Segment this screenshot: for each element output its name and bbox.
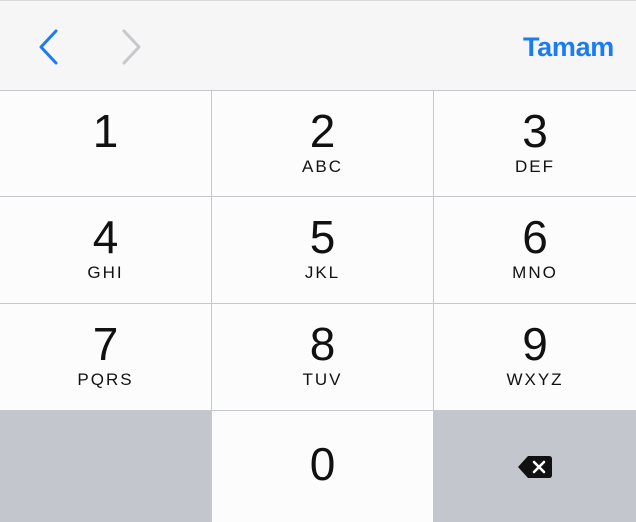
key-letters: PQRS bbox=[77, 370, 134, 389]
delete-key[interactable] bbox=[434, 411, 636, 522]
key-6[interactable]: 6 MNO bbox=[434, 197, 636, 303]
key-letters: ABC bbox=[302, 157, 343, 176]
key-5[interactable]: 5 JKL bbox=[212, 197, 433, 303]
key-4[interactable]: 4 GHI bbox=[0, 197, 211, 303]
key-letters: GHI bbox=[87, 263, 124, 282]
key-digit: 8 bbox=[309, 318, 336, 370]
key-digit: 1 bbox=[92, 105, 119, 157]
key-letters: MNO bbox=[512, 263, 558, 282]
key-digit: 7 bbox=[92, 318, 119, 370]
keyboard-toolbar: Tamam bbox=[0, 0, 636, 90]
key-digit: 9 bbox=[522, 318, 548, 370]
key-letters: WXYZ bbox=[506, 370, 564, 389]
chevron-right-icon bbox=[122, 29, 141, 65]
chevron-left-icon bbox=[39, 29, 58, 65]
next-field-button[interactable] bbox=[112, 25, 152, 69]
key-0[interactable]: 0 bbox=[212, 411, 433, 522]
key-2[interactable]: 2 ABC bbox=[212, 91, 433, 196]
key-digit: 6 bbox=[522, 211, 548, 263]
key-digit: 5 bbox=[309, 211, 336, 263]
key-8[interactable]: 8 TUV bbox=[212, 304, 433, 410]
key-digit: 3 bbox=[522, 105, 548, 157]
numeric-keypad: 1 2 ABC 3 DEF 4 GHI 5 JKL 6 MNO 7 PQRS 8… bbox=[0, 90, 636, 522]
previous-field-button[interactable] bbox=[28, 25, 68, 69]
key-digit: 0 bbox=[309, 438, 336, 490]
key-digit: 4 bbox=[92, 211, 119, 263]
backspace-icon bbox=[518, 455, 552, 478]
key-letters: TUV bbox=[302, 370, 343, 389]
key-7[interactable]: 7 PQRS bbox=[0, 304, 211, 410]
key-9[interactable]: 9 WXYZ bbox=[434, 304, 636, 410]
key-letters: DEF bbox=[515, 157, 555, 176]
key-1[interactable]: 1 bbox=[0, 91, 211, 196]
blank-key bbox=[0, 411, 211, 522]
key-digit: 2 bbox=[309, 105, 336, 157]
key-letters: JKL bbox=[304, 263, 341, 282]
key-3[interactable]: 3 DEF bbox=[434, 91, 636, 196]
done-button[interactable]: Tamam bbox=[523, 29, 614, 65]
